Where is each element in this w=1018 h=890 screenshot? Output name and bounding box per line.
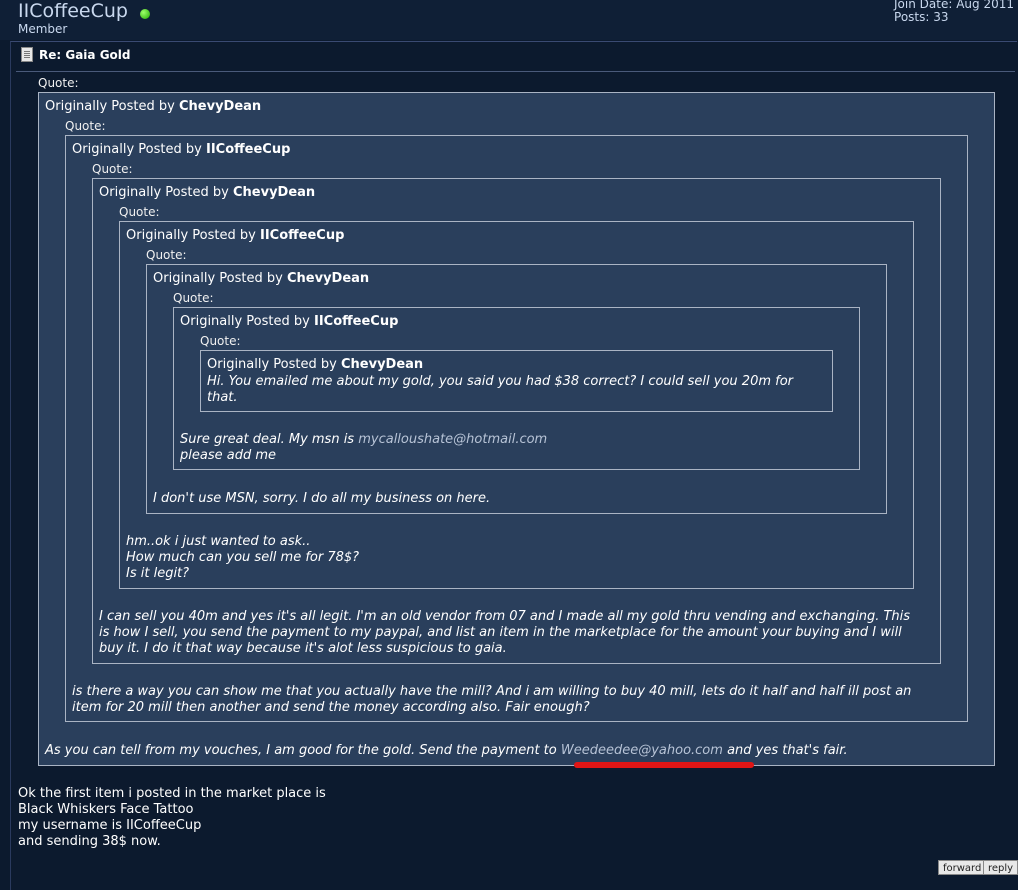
- quote-line: Sure great deal. My msn is: [180, 432, 359, 447]
- posted-by-prefix: Originally Posted by: [99, 185, 229, 200]
- quote-text: I don't use MSN, sorry. I do all my busi…: [153, 491, 873, 507]
- quote-line: and yes that's fair.: [722, 743, 848, 758]
- user-meta: Join Date: Aug 2011 Posts: 33: [894, 0, 1014, 24]
- user-title: Member: [18, 22, 68, 36]
- body-line: Ok the first item i posted in the market…: [18, 786, 326, 801]
- quote-header: Originally Posted by IICoffeeCup: [72, 142, 290, 157]
- posted-by-prefix: Originally Posted by: [126, 228, 256, 243]
- posts-label: Posts:: [894, 10, 930, 24]
- divider: [16, 71, 1015, 72]
- forward-button[interactable]: forward: [938, 860, 987, 875]
- quote-header: Originally Posted by ChevyDean: [45, 99, 261, 114]
- document-icon: [21, 47, 33, 62]
- email-link[interactable]: Weedeedee@yahoo.com: [561, 743, 723, 758]
- username[interactable]: IICoffeeCup: [18, 0, 128, 22]
- quote-label: Quote:: [119, 205, 160, 219]
- body-line: and sending 38$ now.: [18, 834, 161, 849]
- red-underline-annotation: [574, 762, 754, 768]
- quote-line: item for 20 mill then another and send t…: [72, 700, 590, 715]
- quote-author[interactable]: IICoffeeCup: [260, 228, 344, 243]
- post-titlebar: Re: Gaia Gold: [21, 47, 131, 62]
- reply-button[interactable]: reply: [983, 860, 1018, 875]
- quote-header: Originally Posted by ChevyDean: [207, 357, 423, 372]
- quote-label: Quote:: [146, 248, 187, 262]
- posted-by-prefix: Originally Posted by: [153, 271, 283, 286]
- quote-line: As you can tell from my vouches, I am go…: [45, 743, 561, 758]
- quote-label: Quote:: [65, 119, 106, 133]
- posts-value: 33: [933, 10, 949, 24]
- posted-by-prefix: Originally Posted by: [45, 99, 175, 114]
- user-header: IICoffeeCup Member Join Date: Aug 2011 P…: [0, 0, 1018, 40]
- quote-line: Hi. You emailed me about my gold, you sa…: [207, 374, 794, 389]
- join-date-value: Aug 2011: [956, 0, 1014, 11]
- quote-label: Quote:: [38, 76, 79, 90]
- quote-line: How much can you sell me for 78$?: [126, 550, 360, 565]
- quote-author[interactable]: ChevyDean: [341, 357, 423, 372]
- quote-text: Hi. You emailed me about my gold, you sa…: [207, 374, 822, 406]
- posted-by-prefix: Originally Posted by: [207, 357, 337, 372]
- quote-text: hm..ok i just wanted to ask.. How much c…: [126, 534, 896, 582]
- quote-author[interactable]: IICoffeeCup: [206, 142, 290, 157]
- quote-text: Sure great deal. My msn is mycalloushate…: [180, 432, 850, 464]
- quote-author[interactable]: ChevyDean: [287, 271, 369, 286]
- post-title: Re: Gaia Gold: [39, 47, 131, 62]
- body-line: my username is IICoffeeCup: [18, 818, 202, 833]
- quote-label: Quote:: [173, 291, 214, 305]
- quote-header: Originally Posted by IICoffeeCup: [180, 314, 398, 329]
- quote-label: Quote:: [200, 334, 241, 348]
- quote-line: that.: [207, 390, 238, 405]
- quote-header: Originally Posted by ChevyDean: [153, 271, 369, 286]
- quote-line: hm..ok i just wanted to ask..: [126, 534, 311, 549]
- posted-by-prefix: Originally Posted by: [180, 314, 310, 329]
- quote-text: I can sell you 40m and yes it's all legi…: [99, 609, 935, 657]
- quote-line: please add me: [180, 448, 276, 463]
- quote-line: Is it legit?: [126, 566, 190, 581]
- quote-line: I can sell you 40m and yes it's all legi…: [99, 609, 911, 624]
- quote-text: As you can tell from my vouches, I am go…: [45, 743, 990, 759]
- quote-author[interactable]: IICoffeeCup: [314, 314, 398, 329]
- quote-text: is there a way you can show me that you …: [72, 684, 962, 716]
- quote-line: I don't use MSN, sorry. I do all my busi…: [153, 491, 491, 506]
- post-body: Ok the first item i posted in the market…: [18, 786, 326, 850]
- quote-line: buy it. I do it that way because it's al…: [99, 641, 507, 656]
- quote-header: Originally Posted by IICoffeeCup: [126, 228, 344, 243]
- email-link[interactable]: mycalloushate@hotmail.com: [358, 432, 547, 447]
- quote-label: Quote:: [92, 162, 133, 176]
- quote-line: is there a way you can show me that you …: [72, 684, 912, 699]
- posted-by-prefix: Originally Posted by: [72, 142, 202, 157]
- quote-header: Originally Posted by ChevyDean: [99, 185, 315, 200]
- quote-author[interactable]: ChevyDean: [233, 185, 315, 200]
- quote-author[interactable]: ChevyDean: [179, 99, 261, 114]
- quote-line: is how I sell, you send the payment to m…: [99, 625, 902, 640]
- body-line: Black Whiskers Face Tattoo: [18, 802, 194, 817]
- online-status-icon: [140, 9, 150, 19]
